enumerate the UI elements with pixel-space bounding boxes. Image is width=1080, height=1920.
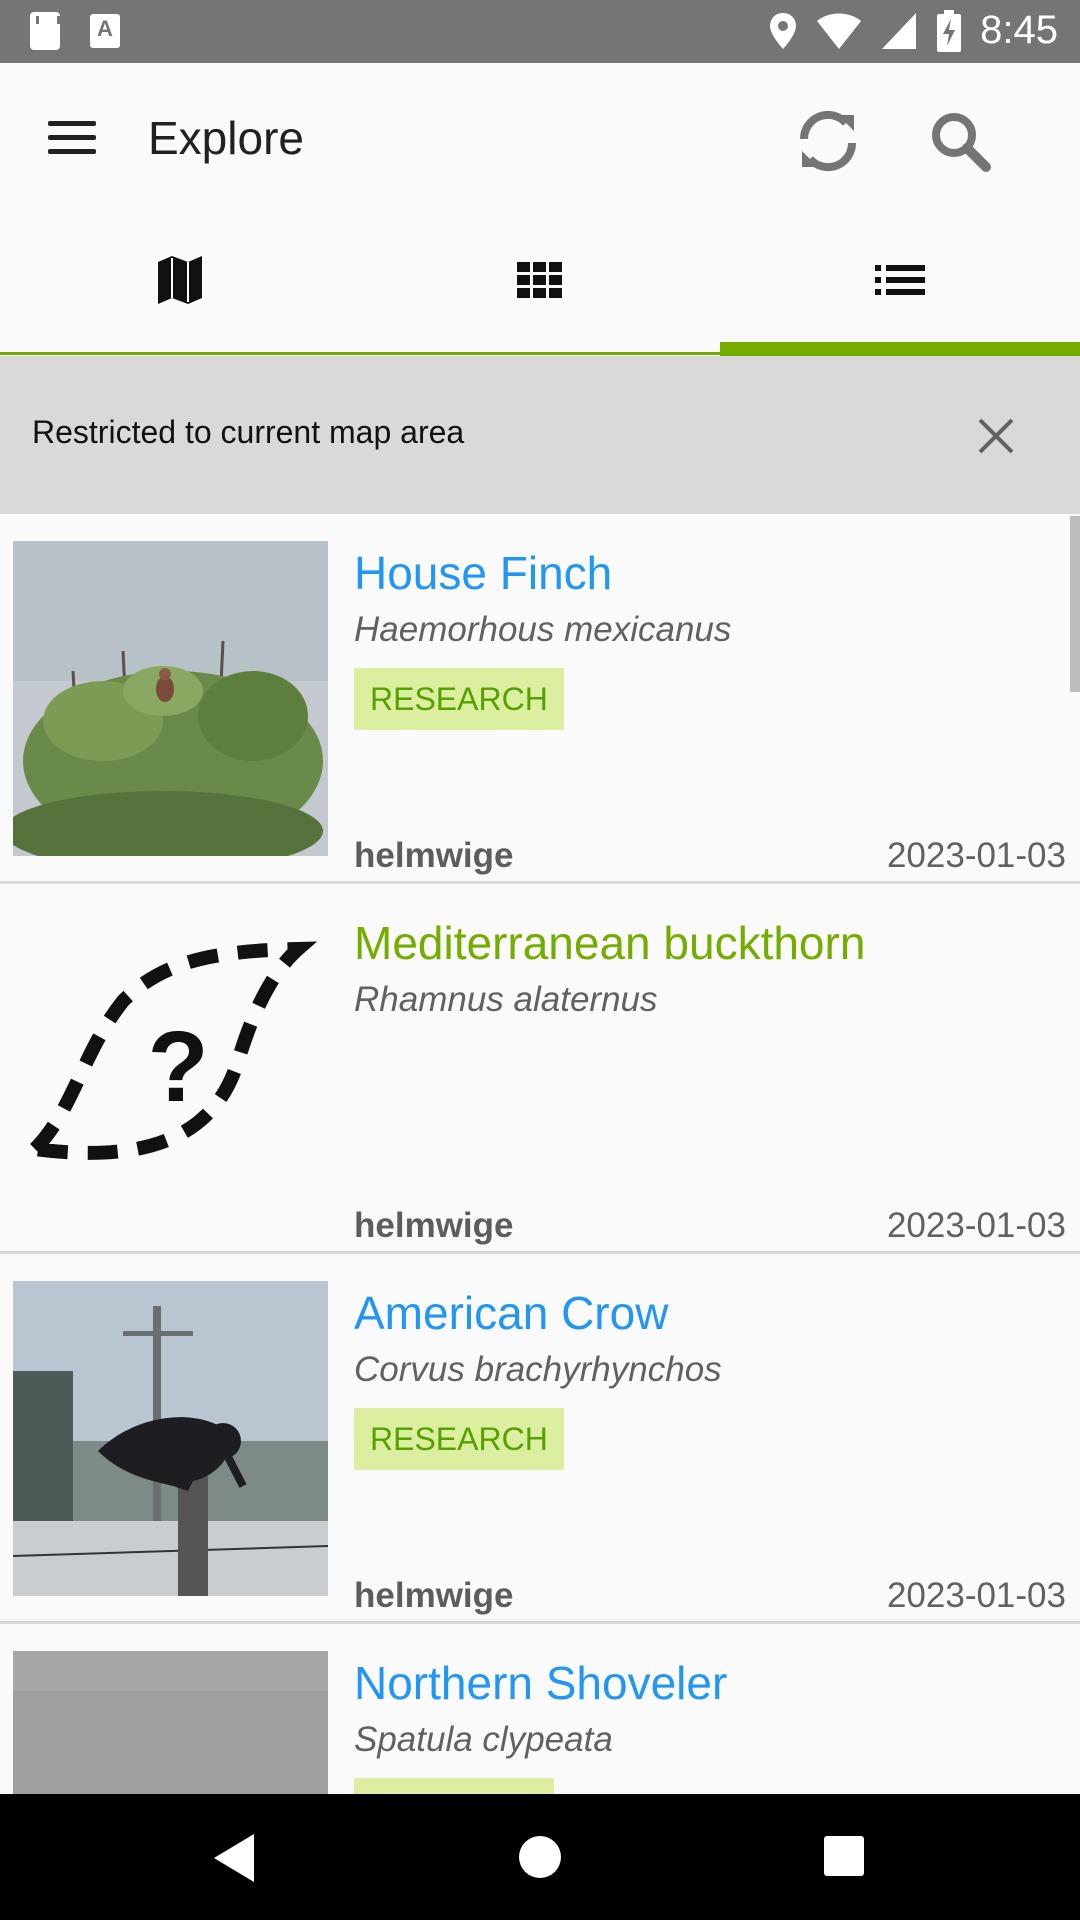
status-bar: A 8:45 <box>0 0 1080 63</box>
sd-card-icon <box>30 12 60 50</box>
scientific-name: Rhamnus alaternus <box>354 980 658 1019</box>
explore-screen: A 8:45 Explore Restricted to current map… <box>0 0 1080 1920</box>
app-bar: Explore <box>0 63 1080 213</box>
quality-badge <box>354 1778 554 1794</box>
list-item[interactable]: House Finch Haemorhous mexicanus RESEARC… <box>0 514 1080 884</box>
location-icon <box>770 12 797 49</box>
observation-date: 2023-01-03 <box>886 1576 1066 1615</box>
list-item[interactable]: Northern Shoveler Spatula clypeata <box>0 1624 1080 1794</box>
observation-photo <box>13 1281 328 1596</box>
list-icon <box>875 264 925 295</box>
list-item[interactable]: ? Mediterranean buckthorn Rhamnus alater… <box>0 884 1080 1254</box>
filter-banner-text: Restricted to current map area <box>32 414 465 450</box>
wifi-icon <box>817 13 862 49</box>
close-icon[interactable] <box>968 408 1024 464</box>
scientific-name: Haemorhous mexicanus <box>354 610 732 649</box>
search-icon[interactable] <box>922 103 998 179</box>
observer-name: helmwige <box>354 1576 514 1615</box>
common-name[interactable]: American Crow <box>354 1286 668 1340</box>
tab-list[interactable] <box>720 213 1080 356</box>
back-icon[interactable] <box>214 1834 254 1882</box>
observation-date: 2023-01-03 <box>886 1206 1066 1245</box>
home-icon[interactable] <box>519 1836 561 1878</box>
scientific-name: Spatula clypeata <box>354 1720 613 1759</box>
common-name[interactable]: Mediterranean buckthorn <box>354 916 865 970</box>
observation-photo <box>13 541 328 856</box>
observation-list: House Finch Haemorhous mexicanus RESEARC… <box>0 514 1080 1794</box>
view-tabs <box>0 213 1080 356</box>
tab-grid[interactable] <box>360 213 720 356</box>
list-item[interactable]: American Crow Corvus brachyrhynchos RESE… <box>0 1254 1080 1624</box>
svg-text:?: ? <box>147 1011 208 1123</box>
battery-charging-icon <box>937 9 962 52</box>
signal-icon <box>882 12 917 49</box>
menu-button[interactable] <box>40 113 100 163</box>
quality-badge: RESEARCH <box>354 1408 564 1470</box>
grid-icon <box>517 261 562 298</box>
map-icon <box>158 255 202 304</box>
tab-map[interactable] <box>0 213 360 356</box>
common-name[interactable]: Northern Shoveler <box>354 1656 727 1710</box>
scrollbar[interactable] <box>1070 516 1080 692</box>
status-time: 8:45 <box>980 8 1058 52</box>
selected-tab-indicator <box>720 342 1080 356</box>
observation-photo <box>13 1651 328 1794</box>
unknown-leaf-icon: ? <box>13 911 328 1226</box>
quality-badge: RESEARCH <box>354 668 564 730</box>
filter-banner: Restricted to current map area <box>0 356 1080 514</box>
system-nav-bar <box>0 1794 1080 1920</box>
recent-apps-icon[interactable] <box>824 1836 864 1876</box>
a-notification-icon: A <box>90 14 120 48</box>
observation-date: 2023-01-03 <box>886 836 1066 875</box>
common-name[interactable]: House Finch <box>354 546 612 600</box>
scientific-name: Corvus brachyrhynchos <box>354 1350 722 1389</box>
refresh-icon[interactable] <box>790 103 866 179</box>
observer-name: helmwige <box>354 836 514 875</box>
page-title: Explore <box>148 112 304 164</box>
observer-name: helmwige <box>354 1206 514 1245</box>
